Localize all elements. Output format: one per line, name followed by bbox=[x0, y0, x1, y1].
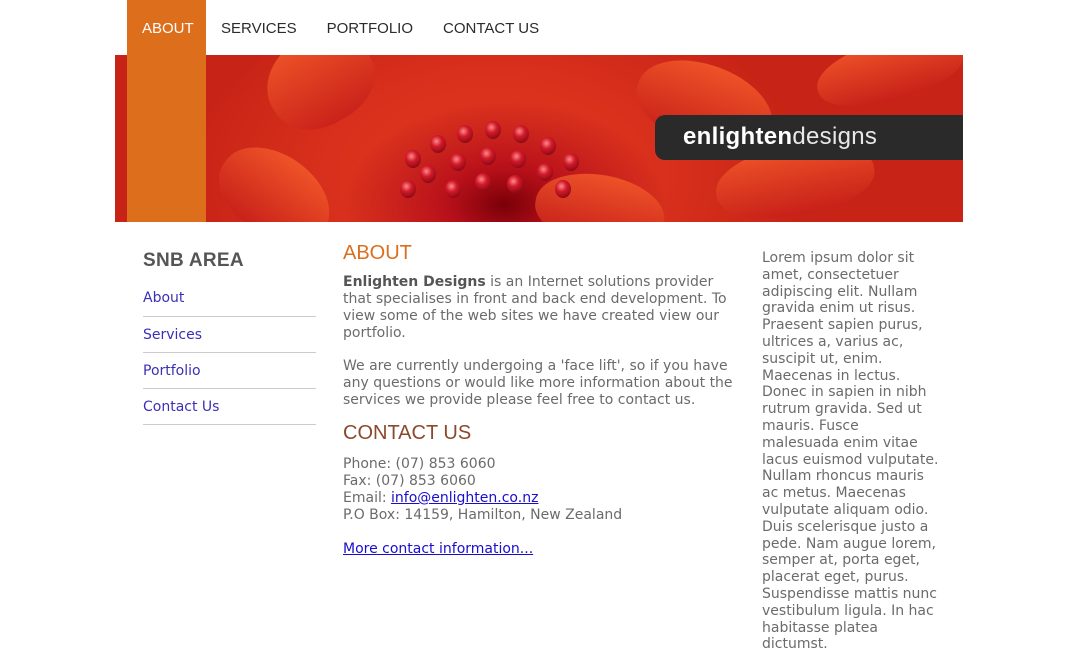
flower-center bbox=[430, 135, 446, 153]
flower-petal bbox=[202, 127, 348, 222]
top-nav: ABOUT SERVICES PORTFOLIO CONTACT US bbox=[127, 0, 554, 55]
contact-fax: Fax: (07) 853 6060 bbox=[343, 473, 476, 489]
flower-center bbox=[555, 180, 571, 198]
about-intro: Enlighten Designs is an Internet solutio… bbox=[343, 274, 733, 342]
flower-center bbox=[480, 147, 496, 165]
main-content: ABOUT Enlighten Designs is an Internet s… bbox=[343, 242, 733, 574]
flower-center bbox=[450, 153, 466, 171]
sidebar-item-contact-us[interactable]: Contact Us bbox=[143, 389, 316, 415]
flower-center bbox=[513, 125, 529, 143]
logo-text-bold: enlighten bbox=[683, 123, 793, 150]
header-banner: enlightendesigns bbox=[115, 55, 963, 222]
flower-petal bbox=[809, 55, 963, 119]
flower-center bbox=[475, 173, 491, 191]
sidebar-item: Contact Us bbox=[143, 389, 316, 425]
contact-email-label: Email: bbox=[343, 490, 392, 506]
more-contact-wrapper: More contact information... bbox=[343, 541, 733, 558]
sidebar-item-services[interactable]: Services bbox=[143, 317, 316, 343]
contact-details: Phone: (07) 853 6060 Fax: (07) 853 6060 … bbox=[343, 456, 733, 524]
nav-contact-us[interactable]: CONTACT US bbox=[428, 0, 554, 55]
flower-center bbox=[420, 165, 436, 183]
flower-center bbox=[400, 180, 416, 198]
sidebar-item: Services bbox=[143, 317, 316, 353]
contact-phone: Phone: (07) 853 6060 bbox=[343, 456, 496, 472]
flower-center bbox=[563, 153, 579, 171]
logo-text: enlightendesigns bbox=[683, 123, 877, 151]
nav-about[interactable]: ABOUT bbox=[127, 0, 206, 55]
flower-center bbox=[510, 150, 526, 168]
active-tab-strip bbox=[127, 55, 206, 222]
flower-center bbox=[405, 150, 421, 168]
flower-petal bbox=[249, 55, 391, 147]
right-column-text: Lorem ipsum dolor sit amet, consectetuer… bbox=[762, 250, 939, 653]
more-contact-link[interactable]: More contact information... bbox=[343, 541, 533, 557]
flower-center bbox=[457, 125, 473, 143]
nav-portfolio[interactable]: PORTFOLIO bbox=[312, 0, 428, 55]
flower-center bbox=[507, 175, 523, 193]
about-paragraph-2: We are currently undergoing a 'face lift… bbox=[343, 358, 733, 408]
about-heading: ABOUT bbox=[343, 242, 412, 264]
sidebar-item: Portfolio bbox=[143, 353, 316, 389]
contact-pobox: P.O Box: 14159, Hamilton, New Zealand bbox=[343, 507, 623, 523]
contact-heading: CONTACT US bbox=[343, 422, 472, 444]
sidebar-item-portfolio[interactable]: Portfolio bbox=[143, 353, 316, 379]
enlighten-designs-logo: enlightendesigns bbox=[655, 115, 963, 160]
sidebar: SNB AREA About Services Portfolio Contac… bbox=[143, 250, 316, 425]
company-name: Enlighten Designs bbox=[343, 274, 486, 290]
flower-center bbox=[540, 137, 556, 155]
logo-text-light: designs bbox=[792, 123, 878, 150]
flower-center bbox=[445, 180, 461, 198]
contact-email-line: Email: info@enlighten.co.nz bbox=[343, 490, 733, 507]
sidebar-item-about[interactable]: About bbox=[143, 290, 316, 306]
sidebar-nav: About Services Portfolio Contact Us bbox=[143, 290, 316, 425]
sidebar-title: SNB AREA bbox=[143, 250, 244, 271]
flower-center bbox=[485, 121, 501, 139]
sidebar-item: About bbox=[143, 290, 316, 317]
flower-center bbox=[537, 163, 553, 181]
email-link[interactable]: info@enlighten.co.nz bbox=[391, 490, 538, 506]
nav-services[interactable]: SERVICES bbox=[206, 0, 312, 55]
